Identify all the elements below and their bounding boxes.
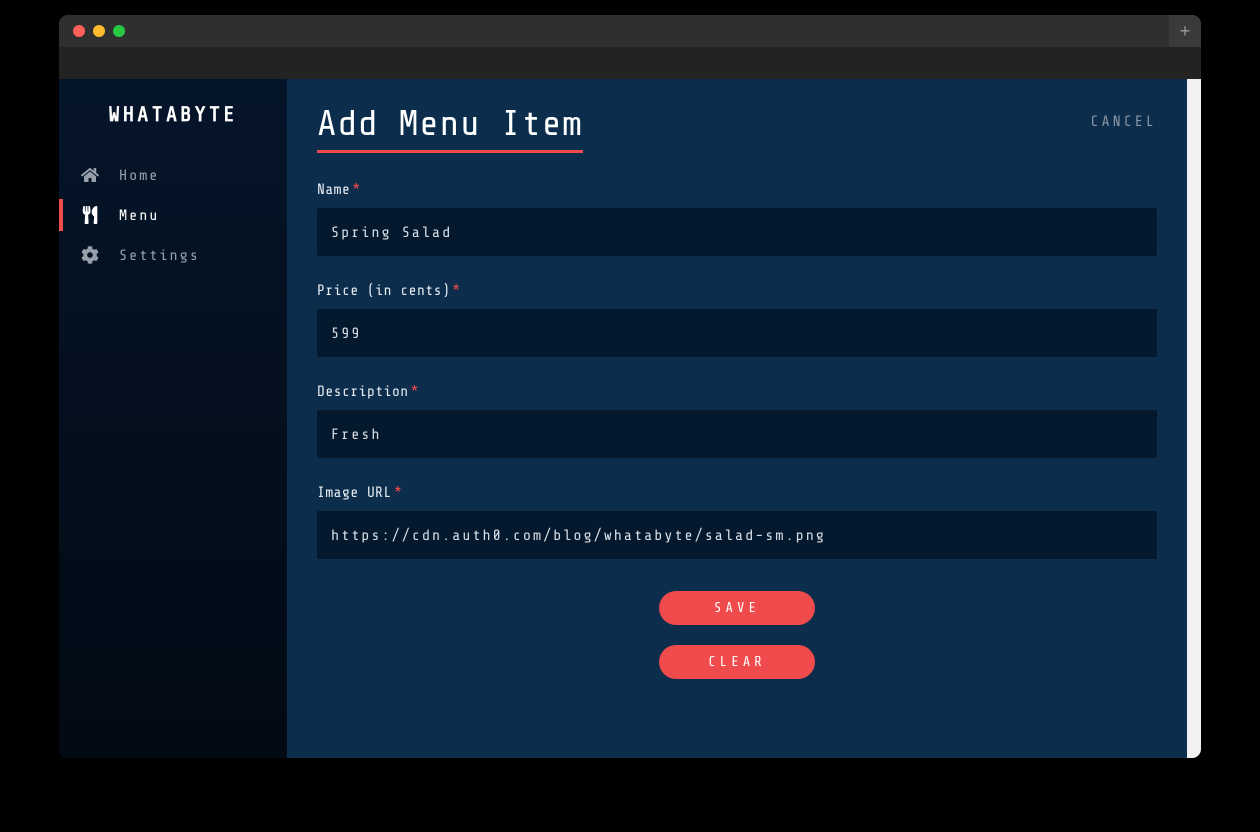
content-header: Add Menu Item CANCEL bbox=[317, 103, 1157, 153]
window-zoom-icon[interactable] bbox=[113, 25, 125, 37]
required-mark: * bbox=[352, 181, 360, 198]
scrollbar[interactable] bbox=[1187, 79, 1201, 758]
sidebar-item-label: Home bbox=[119, 167, 159, 184]
field-description: Description* bbox=[317, 383, 1157, 458]
description-label: Description* bbox=[317, 383, 1157, 400]
home-icon bbox=[81, 166, 99, 184]
window-controls bbox=[73, 25, 125, 37]
utensils-icon bbox=[81, 206, 99, 224]
tabstrip bbox=[59, 47, 1201, 79]
description-label-text: Description bbox=[317, 383, 409, 400]
app-window: + WHATABYTE Home Menu Se bbox=[58, 14, 1202, 759]
app-viewport: WHATABYTE Home Menu Settings bbox=[59, 79, 1201, 758]
sidebar: WHATABYTE Home Menu Settings bbox=[59, 79, 287, 758]
price-label-text: Price (in cents) bbox=[317, 282, 450, 299]
price-input[interactable] bbox=[317, 309, 1157, 357]
plus-icon: + bbox=[1180, 21, 1191, 42]
field-image-url: Image URL* bbox=[317, 484, 1157, 559]
save-button[interactable]: SAVE bbox=[659, 591, 815, 625]
price-label: Price (in cents)* bbox=[317, 282, 1157, 299]
menu-item-form: Name* Price (in cents)* Description* bbox=[317, 181, 1157, 679]
required-mark: * bbox=[411, 383, 419, 400]
page-title: Add Menu Item bbox=[317, 103, 583, 153]
form-actions: SAVE CLEAR bbox=[317, 591, 1157, 679]
required-mark: * bbox=[394, 484, 402, 501]
sidebar-item-home[interactable]: Home bbox=[59, 155, 287, 195]
window-close-icon[interactable] bbox=[73, 25, 85, 37]
description-input[interactable] bbox=[317, 410, 1157, 458]
window-minimize-icon[interactable] bbox=[93, 25, 105, 37]
image-url-label-text: Image URL bbox=[317, 484, 392, 501]
clear-button[interactable]: CLEAR bbox=[659, 645, 815, 679]
gear-icon bbox=[81, 246, 99, 264]
name-label-text: Name bbox=[317, 181, 350, 198]
sidebar-item-settings[interactable]: Settings bbox=[59, 235, 287, 275]
sidebar-item-label: Settings bbox=[119, 247, 200, 264]
cancel-button[interactable]: CANCEL bbox=[1090, 113, 1157, 130]
sidebar-item-label: Menu bbox=[119, 207, 159, 224]
sidebar-item-menu[interactable]: Menu bbox=[59, 195, 287, 235]
field-name: Name* bbox=[317, 181, 1157, 256]
brand-logo: WHATABYTE bbox=[59, 97, 287, 155]
image-url-input[interactable] bbox=[317, 511, 1157, 559]
image-url-label: Image URL* bbox=[317, 484, 1157, 501]
window-titlebar: + bbox=[59, 15, 1201, 47]
new-tab-button[interactable]: + bbox=[1169, 15, 1201, 47]
name-input[interactable] bbox=[317, 208, 1157, 256]
name-label: Name* bbox=[317, 181, 1157, 198]
required-mark: * bbox=[452, 282, 460, 299]
content-area: Add Menu Item CANCEL Name* Price (in cen… bbox=[287, 79, 1187, 758]
field-price: Price (in cents)* bbox=[317, 282, 1157, 357]
